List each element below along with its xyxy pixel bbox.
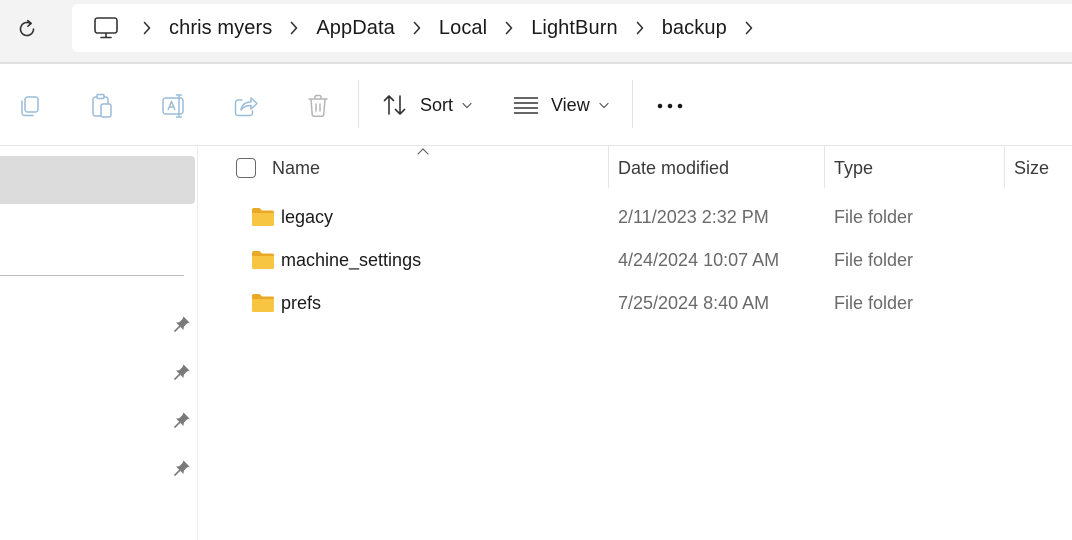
pin-button[interactable] [172,314,192,334]
file-type: File folder [834,207,914,227]
sort-icon [383,95,406,115]
breadcrumb-label: backup [661,16,727,39]
sort-label: Sort [420,94,454,115]
file-date-modified: 4/24/2024 10:07 AM [618,250,780,270]
pin-button[interactable] [172,362,192,382]
folder-icon [252,251,274,269]
file-date-modified: 2/11/2023 2:32 PM [618,207,769,227]
rename-button[interactable] [154,88,194,124]
file-date-modified: 7/25/2024 8:40 AM [618,293,770,313]
breadcrumb-item-backup[interactable]: backup [653,4,736,52]
chevron-right-icon [413,21,421,35]
column-header-size[interactable]: Size [1014,146,1049,190]
column-header-name[interactable]: Name [272,146,320,190]
toolbar-separator [358,80,359,128]
breadcrumb-separator[interactable] [627,4,653,52]
navigation-pane [0,146,198,540]
this-pc-button[interactable] [86,4,126,52]
chevron-right-icon [291,21,298,35]
address-bar[interactable]: chris myers AppData Local LightBurn back… [72,4,1072,52]
command-bar: Sort View [0,64,1072,146]
pin-button[interactable] [172,410,192,430]
column-resize-handle[interactable] [1004,146,1005,188]
breadcrumb-item-local[interactable]: Local [430,4,496,52]
file-type: File folder [834,250,914,270]
file-row[interactable]: machine_settings 4/24/2024 10:07 AM File… [198,239,1072,282]
address-bar-row: chris myers AppData Local LightBurn back… [0,0,1072,62]
breadcrumb-separator[interactable] [134,4,160,52]
breadcrumb-label: AppData [316,16,395,39]
chevron-right-icon [505,21,513,35]
breadcrumb-separator[interactable] [496,4,522,52]
file-row[interactable]: prefs 7/25/2024 8:40 AM File folder [198,282,1072,325]
toolbar-separator [632,80,633,128]
column-header-row: Name Date modified Type Size [198,146,1072,190]
column-resize-handle[interactable] [608,146,609,188]
more-options-button[interactable] [650,88,690,124]
breadcrumb-separator[interactable] [404,4,430,52]
copy-icon [21,96,39,117]
file-type: File folder [834,293,914,313]
rename-icon [162,94,184,118]
refresh-icon [19,19,35,37]
chevron-right-icon [745,21,753,35]
breadcrumb-separator[interactable] [281,4,307,52]
more-icon [657,103,683,109]
nav-divider [0,275,184,276]
delete-button[interactable] [298,88,338,124]
pin-icon [174,364,190,380]
view-icon [513,97,539,114]
sort-button[interactable]: Sort [382,86,472,124]
chevron-right-icon [636,21,644,35]
chevron-down-icon [462,102,472,109]
monitor-icon [94,17,118,39]
breadcrumb-item-lightburn[interactable]: LightBurn [522,4,627,52]
column-header-type[interactable]: Type [834,146,873,190]
share-button[interactable] [226,88,266,124]
breadcrumb-label: LightBurn [531,16,618,39]
delete-icon [308,94,328,118]
file-name: machine_settings [281,250,422,270]
breadcrumb-separator[interactable] [736,4,762,52]
view-label: View [551,94,590,115]
refresh-button[interactable] [8,10,46,48]
view-button[interactable]: View [513,86,609,124]
breadcrumb-item-appdata[interactable]: AppData [307,4,404,52]
chevron-down-icon [599,102,609,109]
chevron-right-icon [143,21,151,35]
breadcrumb-item-chris-myers[interactable]: chris myers [160,4,281,52]
select-all-checkbox[interactable] [236,158,256,178]
file-name: legacy [281,207,334,227]
breadcrumb-label: chris myers [169,16,273,39]
paste-icon [92,93,112,118]
column-header-date-modified[interactable]: Date modified [618,146,729,190]
file-name: prefs [281,293,322,313]
breadcrumb-label: Local [438,16,488,39]
copy-button[interactable] [10,88,50,124]
file-row[interactable]: legacy 2/11/2023 2:32 PM File folder [198,196,1072,239]
pin-icon [174,412,190,428]
column-resize-handle[interactable] [824,146,825,188]
share-icon [234,97,258,117]
folder-icon [252,294,274,312]
nav-item-selected[interactable] [0,156,195,204]
pin-icon [174,316,190,332]
sort-ascending-icon [417,148,429,155]
pin-button[interactable] [172,458,192,478]
pin-icon [174,460,190,476]
folder-icon [252,208,274,226]
paste-button[interactable] [82,88,122,124]
